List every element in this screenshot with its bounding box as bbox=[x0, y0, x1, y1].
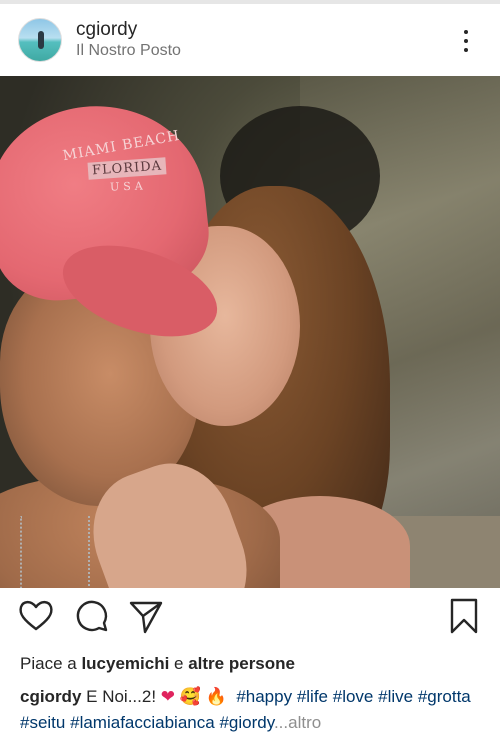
photo-necklace bbox=[20, 516, 90, 588]
hashtag-link[interactable]: #lamiafacciabianca bbox=[70, 713, 215, 732]
likes-line: Piace a lucyemichi e altre persone bbox=[20, 654, 295, 674]
post-caption: cgiordy E Noi...2! ❤ 🥰 🔥 #happy #life #l… bbox=[20, 684, 486, 736]
heart-emoji-icon: ❤ bbox=[160, 687, 176, 707]
post-location[interactable]: Il Nostro Posto bbox=[76, 41, 181, 61]
caption-username[interactable]: cgiordy bbox=[20, 687, 81, 706]
share-icon[interactable] bbox=[126, 596, 166, 636]
hashtag-link[interactable]: #grotta bbox=[418, 687, 471, 706]
hashtag-link[interactable]: #giordy bbox=[219, 713, 274, 732]
post-username[interactable]: cgiordy bbox=[76, 18, 181, 41]
more-options-icon[interactable] bbox=[456, 26, 476, 56]
caption-ellipsis: ... bbox=[273, 713, 289, 732]
hashtag-link[interactable]: #love bbox=[333, 687, 374, 706]
hashtag-link[interactable]: #seitu bbox=[20, 713, 65, 732]
post-user-block: cgiordy Il Nostro Posto bbox=[76, 18, 181, 61]
caption-more-link[interactable]: altro bbox=[288, 713, 321, 732]
hashtag-link[interactable]: #life bbox=[297, 687, 328, 706]
cap-text-line3: USA bbox=[109, 179, 147, 194]
likes-user[interactable]: lucyemichi bbox=[81, 654, 169, 673]
post-header: cgiordy Il Nostro Posto bbox=[0, 4, 500, 76]
avatar[interactable] bbox=[18, 18, 62, 62]
avatar-figure bbox=[38, 31, 44, 49]
likes-connector: e bbox=[169, 654, 189, 673]
smiling-hearts-emoji-icon: 🥰 bbox=[179, 687, 201, 707]
comment-icon[interactable] bbox=[72, 596, 112, 636]
caption-text: E Noi...2! bbox=[86, 687, 157, 706]
likes-others[interactable]: altre persone bbox=[188, 654, 295, 673]
post-photo[interactable]: MIAMI BEACH FLORIDA USA bbox=[0, 76, 500, 588]
action-bar bbox=[0, 596, 500, 644]
heart-outline-icon[interactable] bbox=[16, 596, 56, 636]
hashtag-link[interactable]: #happy bbox=[236, 687, 292, 706]
bookmark-icon[interactable] bbox=[444, 596, 484, 636]
fire-emoji-icon: 🔥 bbox=[205, 687, 227, 707]
hashtag-link[interactable]: #live bbox=[378, 687, 413, 706]
likes-prefix: Piace a bbox=[20, 654, 82, 673]
